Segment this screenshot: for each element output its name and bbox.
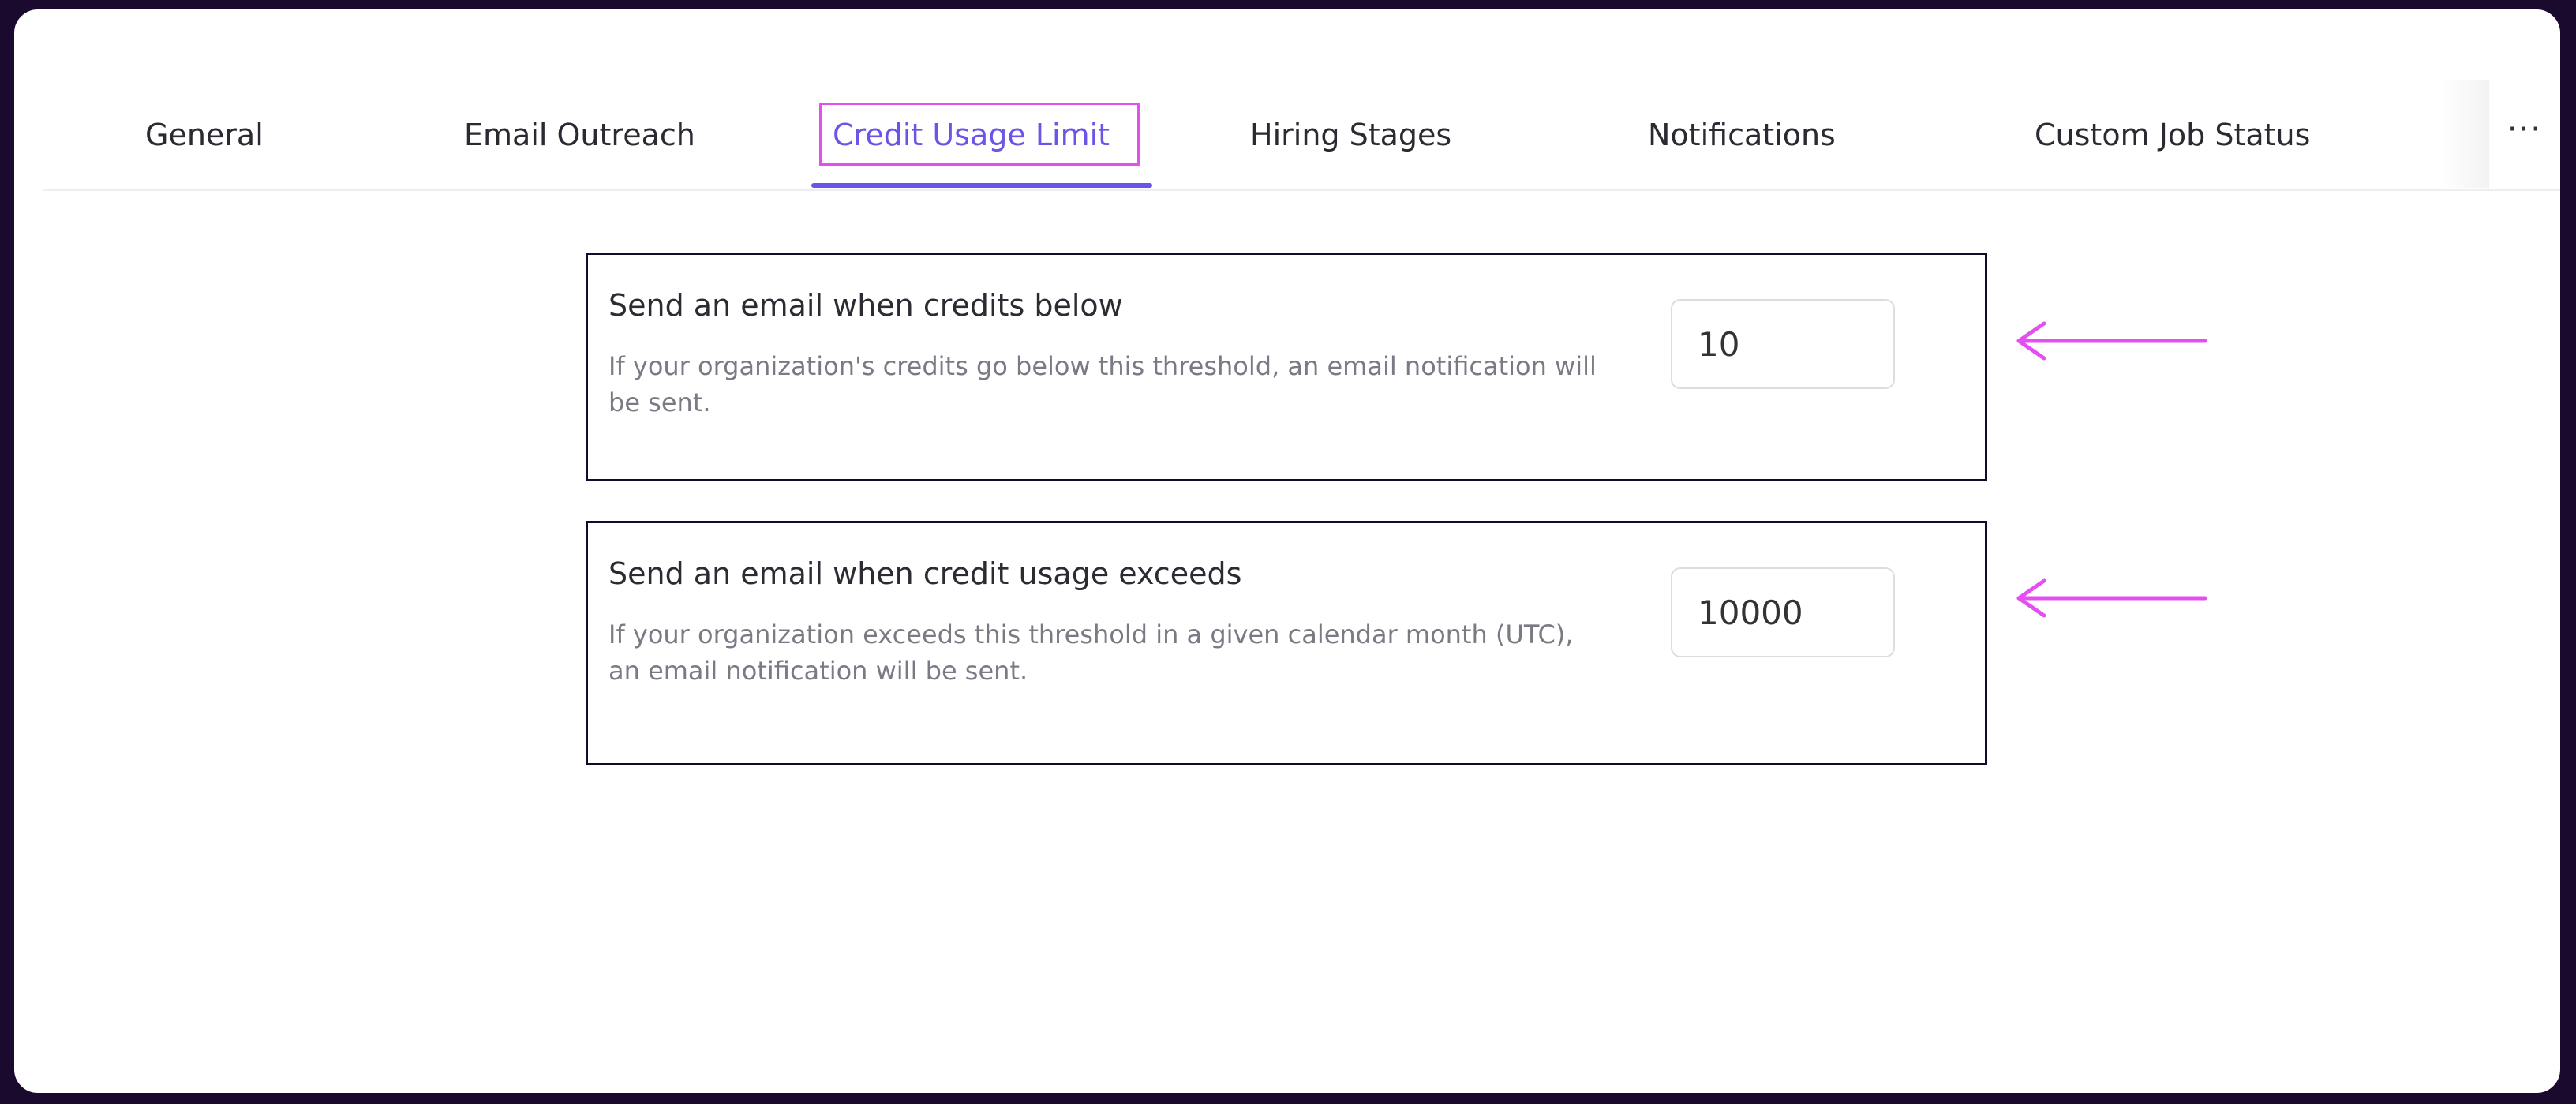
credit-usage-exceeds-setting: Send an email when credit usage exceeds …	[586, 521, 1987, 765]
tab-general[interactable]: General	[145, 80, 264, 189]
app-window: General Email Outreach Credit Usage Limi…	[9, 5, 2565, 1098]
more-horizontal-icon: ···	[2507, 111, 2543, 148]
active-tab-indicator	[811, 183, 1152, 188]
setting-title: Send an email when credit usage exceeds	[608, 556, 1242, 591]
settings-tab-bar: General Email Outreach Credit Usage Limi…	[43, 80, 2560, 191]
arrow-left-icon	[2016, 321, 2207, 361]
credit-usage-exceeds-input[interactable]	[1671, 567, 1895, 657]
tab-credit-usage-limit[interactable]: Credit Usage Limit	[833, 80, 1110, 189]
tab-notifications[interactable]: Notifications	[1648, 80, 1836, 189]
arrow-left-icon	[2016, 578, 2207, 618]
credits-below-input[interactable]	[1671, 299, 1895, 389]
setting-description: If your organization exceeds this thresh…	[608, 619, 1574, 686]
setting-title: Send an email when credits below	[608, 288, 1123, 323]
tab-overflow-fade	[2442, 80, 2489, 188]
tab-hiring-stages[interactable]: Hiring Stages	[1250, 80, 1451, 189]
tab-custom-job-status[interactable]: Custom Job Status	[2035, 80, 2310, 189]
credits-below-setting: Send an email when credits below If your…	[586, 253, 1987, 481]
tab-email-outreach[interactable]: Email Outreach	[464, 80, 695, 189]
more-tabs-button[interactable]: ···	[2489, 80, 2560, 188]
setting-description: If your organization's credits go below …	[608, 351, 1597, 417]
